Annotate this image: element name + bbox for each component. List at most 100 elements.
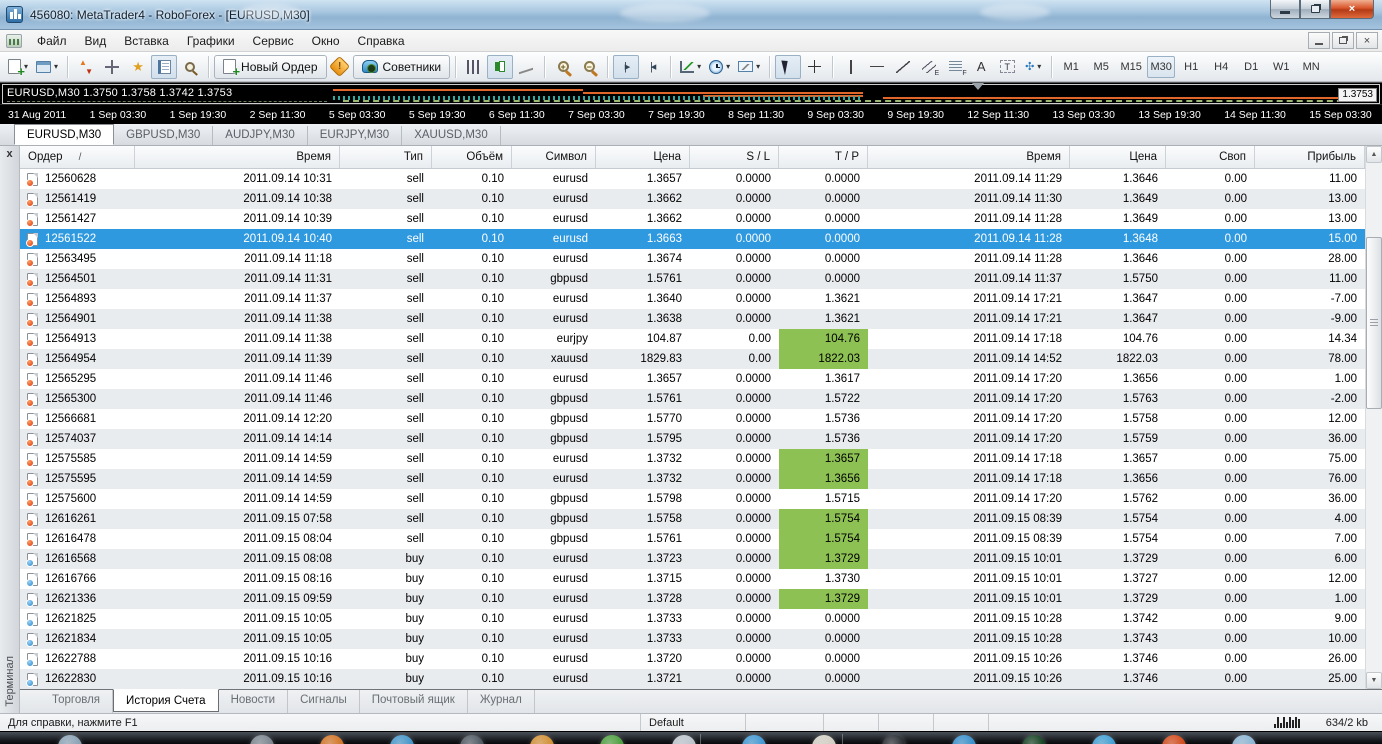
- mdi-restore-button[interactable]: [1332, 32, 1354, 49]
- auto-scroll-button[interactable]: |▸: [613, 55, 639, 79]
- taskbar-icon[interactable]: [1092, 735, 1116, 744]
- text-label-tool-button[interactable]: T: [994, 55, 1020, 79]
- menu-item-Вид[interactable]: Вид: [76, 31, 116, 51]
- crosshair-tool-button[interactable]: [801, 55, 827, 79]
- column-header-9[interactable]: Цена: [1070, 146, 1166, 168]
- line-chart-button[interactable]: [513, 55, 539, 79]
- close-button[interactable]: ×: [1330, 0, 1374, 19]
- chart-time-axis[interactable]: 31 Aug 20111 Sep 03:301 Sep 19:302 Sep 1…: [0, 104, 1382, 124]
- taskbar-icon[interactable]: [1162, 735, 1186, 744]
- mdi-minimize-button[interactable]: [1308, 32, 1330, 49]
- alerts-button[interactable]: !: [327, 55, 353, 79]
- scroll-up-button[interactable]: ▲: [1366, 146, 1382, 163]
- chart-tab-EURJPY,M30[interactable]: EURJPY,M30: [308, 126, 402, 145]
- restore-button[interactable]: [1300, 0, 1330, 19]
- menu-item-Вставка[interactable]: Вставка: [115, 31, 178, 51]
- taskbar-icon[interactable]: [1232, 735, 1256, 744]
- data-window-button[interactable]: [99, 55, 125, 79]
- channel-tool-button[interactable]: [916, 55, 942, 79]
- cursor-tool-button[interactable]: [775, 55, 801, 79]
- timeframe-button-M30[interactable]: M30: [1147, 56, 1175, 78]
- windows-taskbar[interactable]: [0, 731, 1382, 744]
- column-header-4[interactable]: Символ: [512, 146, 596, 168]
- chart-tab-EURUSD,M30[interactable]: EURUSD,M30: [14, 124, 114, 145]
- table-row[interactable]: 126218252011.09.15 10:05buy0.10eurusd1.3…: [20, 609, 1365, 629]
- table-row[interactable]: 125649012011.09.14 11:38sell0.10eurusd1.…: [20, 309, 1365, 329]
- vertical-scrollbar[interactable]: ▲ ▼: [1365, 146, 1382, 689]
- timeframe-button-D1[interactable]: D1: [1237, 56, 1265, 78]
- trendline-tool-button[interactable]: [890, 55, 916, 79]
- taskbar-icon[interactable]: [320, 735, 344, 744]
- taskbar-icon[interactable]: [390, 735, 414, 744]
- table-row[interactable]: 126164782011.09.15 08:04sell0.10gbpusd1.…: [20, 529, 1365, 549]
- timeframe-button-H1[interactable]: H1: [1177, 56, 1205, 78]
- taskbar-icon[interactable]: [460, 735, 484, 744]
- table-row[interactable]: 125740372011.09.14 14:14sell0.10gbpusd1.…: [20, 429, 1365, 449]
- terminal-tab-Новости[interactable]: Новости: [219, 690, 289, 713]
- mdi-close-button[interactable]: ×: [1356, 32, 1378, 49]
- experts-button[interactable]: Советники: [353, 55, 451, 79]
- chart-window-system-icon[interactable]: [6, 34, 22, 48]
- taskbar-icon[interactable]: [742, 735, 766, 744]
- table-row[interactable]: 126167662011.09.15 08:16buy0.10eurusd1.3…: [20, 569, 1365, 589]
- periods-button[interactable]: ▾: [705, 55, 734, 79]
- candlestick-chart-button[interactable]: [487, 55, 513, 79]
- table-row[interactable]: 125755852011.09.14 14:59sell0.10eurusd1.…: [20, 449, 1365, 469]
- table-row[interactable]: 125649542011.09.14 11:39sell0.10xauusd18…: [20, 349, 1365, 369]
- chart-tab-AUDJPY,M30[interactable]: AUDJPY,M30: [213, 126, 307, 145]
- terminal-tab-Журнал[interactable]: Журнал: [468, 690, 535, 713]
- column-header-11[interactable]: Прибыль: [1255, 146, 1365, 168]
- column-header-3[interactable]: Объём: [432, 146, 512, 168]
- table-row[interactable]: 125634952011.09.14 11:18sell0.10eurusd1.…: [20, 249, 1365, 269]
- taskbar-icon[interactable]: [600, 735, 624, 744]
- terminal-side-label[interactable]: Терминал: [4, 656, 16, 707]
- fibonacci-tool-button[interactable]: [942, 55, 968, 79]
- table-row[interactable]: 125648932011.09.14 11:37sell0.10eurusd1.…: [20, 289, 1365, 309]
- scrollbar-thumb[interactable]: [1366, 237, 1382, 409]
- minimize-button[interactable]: [1270, 0, 1300, 19]
- table-row[interactable]: 125756002011.09.14 14:59sell0.10gbpusd1.…: [20, 489, 1365, 509]
- column-header-7[interactable]: T / P: [779, 146, 868, 168]
- menu-item-Справка[interactable]: Справка: [349, 31, 414, 51]
- text-tool-button[interactable]: A: [968, 55, 994, 79]
- taskbar-icon[interactable]: [58, 735, 82, 744]
- table-row[interactable]: 125666812011.09.14 12:20sell0.10gbpusd1.…: [20, 409, 1365, 429]
- horizontal-line-tool-button[interactable]: [864, 55, 890, 79]
- chart-shift-button[interactable]: |◂: [639, 55, 665, 79]
- taskbar-icon[interactable]: [952, 735, 976, 744]
- chart-canvas[interactable]: EURUSD,M30 1.3750 1.3758 1.3742 1.3753 1…: [2, 84, 1380, 104]
- timeframe-button-MN[interactable]: MN: [1297, 56, 1325, 78]
- table-row[interactable]: 126165682011.09.15 08:08buy0.10eurusd1.3…: [20, 549, 1365, 569]
- taskbar-icon[interactable]: [882, 735, 906, 744]
- timeframe-button-W1[interactable]: W1: [1267, 56, 1295, 78]
- terminal-button[interactable]: [151, 55, 177, 79]
- chart-tab-XAUUSD,M30[interactable]: XAUUSD,M30: [402, 126, 501, 145]
- table-row[interactable]: 125645012011.09.14 11:31sell0.10gbpusd1.…: [20, 269, 1365, 289]
- table-row[interactable]: 125755952011.09.14 14:59sell0.10eurusd1.…: [20, 469, 1365, 489]
- profiles-button[interactable]: ▾: [32, 55, 62, 79]
- column-header-6[interactable]: S / L: [690, 146, 779, 168]
- timeframe-button-H4[interactable]: H4: [1207, 56, 1235, 78]
- table-row[interactable]: 125614192011.09.14 10:38sell0.10eurusd1.…: [20, 189, 1365, 209]
- taskbar-icon[interactable]: [672, 735, 696, 744]
- timeframe-button-M15[interactable]: M15: [1117, 56, 1145, 78]
- column-header-8[interactable]: Время: [868, 146, 1070, 168]
- column-header-5[interactable]: Цена: [596, 146, 690, 168]
- taskbar-icon[interactable]: [812, 735, 836, 744]
- menu-item-Графики[interactable]: Графики: [178, 31, 244, 51]
- column-header-10[interactable]: Своп: [1166, 146, 1255, 168]
- terminal-tab-История Счета[interactable]: История Счета: [113, 689, 219, 712]
- zoom-in-button[interactable]: +: [550, 55, 576, 79]
- new-order-button[interactable]: Новый Ордер: [214, 55, 326, 79]
- menu-item-Файл[interactable]: Файл: [28, 31, 76, 51]
- terminal-tab-Торговля[interactable]: Торговля: [40, 690, 113, 713]
- timeframe-button-M1[interactable]: M1: [1057, 56, 1085, 78]
- column-header-1[interactable]: Время: [135, 146, 340, 168]
- table-row[interactable]: 125606282011.09.14 10:31sell0.10eurusd1.…: [20, 169, 1365, 189]
- table-row[interactable]: 125615222011.09.14 10:40sell0.10eurusd1.…: [20, 229, 1365, 249]
- taskbar-icon[interactable]: [530, 735, 554, 744]
- terminal-close-icon[interactable]: x: [6, 149, 12, 159]
- bar-chart-button[interactable]: [461, 55, 487, 79]
- zoom-out-button[interactable]: −: [576, 55, 602, 79]
- table-row[interactable]: 126227882011.09.15 10:16buy0.10eurusd1.3…: [20, 649, 1365, 669]
